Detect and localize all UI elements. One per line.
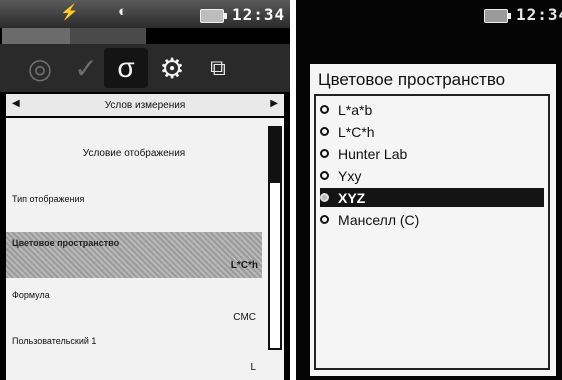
target-icon: ◐ [118,3,128,20]
color-space-row[interactable]: Цветовое пространство L*C*h [6,232,262,278]
radio-icon [320,215,329,224]
display-type-label[interactable]: Тип отображения [12,194,84,204]
option-xyz[interactable]: XYZ [320,188,544,207]
user-1-value: L [250,362,256,373]
tab-conditions-icon[interactable]: σ [104,48,148,88]
formula-value: CMC [233,312,256,323]
settings-panel: Условие отображения Тип отображения Цвет… [6,118,284,380]
clock: 12:34 [516,5,562,24]
user-1-label[interactable]: Пользовательский 1 [12,336,96,346]
option-hunter-lab[interactable]: Hunter Lab [320,144,544,163]
status-bar: ⚡ ◐ 12:34 [0,0,290,28]
formula-label[interactable]: Формула [12,290,50,300]
tab-copy-icon[interactable]: ⧉ [196,48,240,88]
color-space-label: Цветовое пространство [12,238,120,248]
clock: 12:34 [232,5,286,24]
radio-selected-icon [320,193,329,202]
color-space-value: L*C*h [230,260,258,271]
option-lch[interactable]: L*C*h [320,122,544,141]
measurement-conditions-screen: ⚡ ◐ 12:34 ◎ ✓ σ ⚙ ⧉ ◀ Услов измерения ▶ … [0,0,290,380]
battery-icon [200,9,227,23]
scrollbar[interactable] [268,126,282,350]
tab-settings-gear-icon[interactable]: ⚙ [150,48,194,88]
scrollbar-thumb[interactable] [270,128,280,183]
options-list: L*a*b L*C*h Hunter Lab Yxy XYZ Манселл (… [314,94,550,370]
section-title: Услов измерения [104,99,186,111]
tab-measure-icon[interactable]: ◎ [18,48,62,88]
radio-icon [320,105,329,114]
back-chip[interactable] [2,28,74,44]
radio-icon [320,171,329,180]
option-lab[interactable]: L*a*b [320,100,544,119]
option-yxy[interactable]: Yxy [320,166,544,185]
battery-icon [484,9,511,23]
dialog-title: Цветовое пространство [318,70,506,89]
option-munsell[interactable]: Манселл (C) [320,210,544,229]
section-nav: ◀ Услов измерения ▶ [6,94,284,116]
radio-icon [320,149,329,158]
color-space-dialog: Цветовое пространство L*a*b L*C*h Hunter… [310,64,556,376]
mode-chip[interactable] [70,28,146,44]
lightning-icon: ⚡ [60,4,79,21]
radio-icon [320,127,329,136]
next-arrow-icon[interactable]: ▶ [270,98,278,109]
tab-list-icon[interactable]: ✓ [64,48,108,88]
prev-arrow-icon[interactable]: ◀ [12,98,20,109]
main-tab-bar: ◎ ✓ σ ⚙ ⧉ [0,44,290,92]
color-space-dialog-screen: 12:34 Цветовое пространство L*a*b L*C*h … [296,0,562,380]
panel-title: Условие отображения [82,148,186,159]
